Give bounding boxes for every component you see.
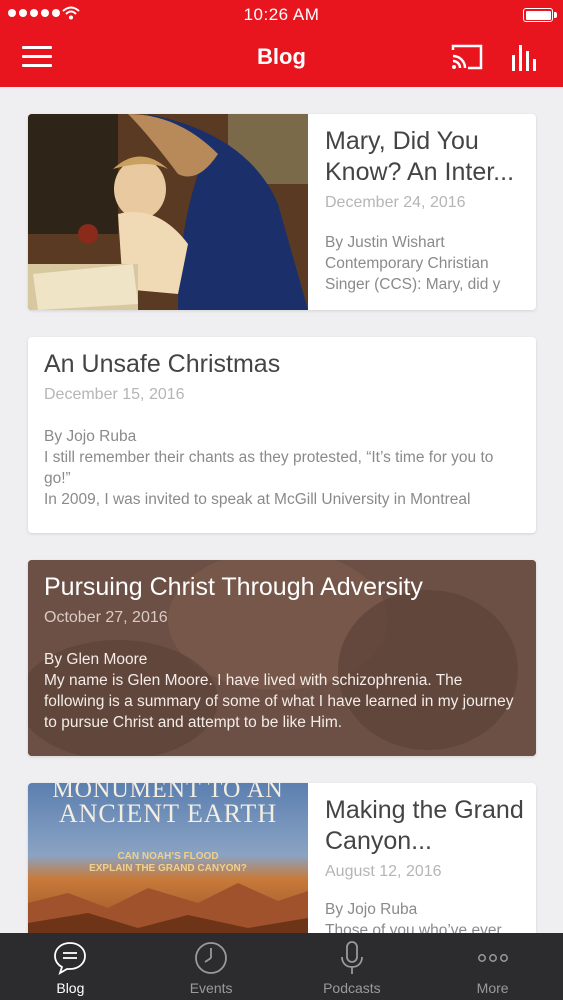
post-title: Pursuing Christ Through Adversity xyxy=(44,573,423,601)
post-date: December 15, 2016 xyxy=(44,386,185,403)
post-excerpt: By Jojo Ruba I still remember their chan… xyxy=(44,428,494,508)
post-card[interactable]: MONUMENT TO AN ANCIENT EARTH CAN NOAH’S … xyxy=(28,783,536,943)
post-card[interactable]: Pursuing Christ Through Adversity Octobe… xyxy=(28,560,536,756)
post-thumbnail-grand-canyon: MONUMENT TO AN ANCIENT EARTH CAN NOAH’S … xyxy=(28,783,308,943)
clock-icon xyxy=(195,942,228,974)
post-card[interactable]: An Unsafe Christmas December 15, 2016 By… xyxy=(28,337,536,533)
post-excerpt: By Glen Moore My name is Glen Moore. I h… xyxy=(44,651,514,731)
bar-chart-icon[interactable] xyxy=(510,41,540,73)
tab-blog[interactable]: Blog xyxy=(0,933,141,1000)
status-bar: 10:26 AM xyxy=(0,0,563,30)
tab-label: Podcasts xyxy=(323,980,381,996)
tab-label: Events xyxy=(189,980,233,996)
tab-bar: Blog Events Podcasts More xyxy=(0,933,563,1000)
thumbnail-subtitle: CAN NOAH’S FLOOD xyxy=(117,851,219,862)
tab-label: More xyxy=(476,980,509,996)
cast-button[interactable] xyxy=(450,42,484,72)
app-header: 10:26 AM Blog xyxy=(0,0,563,87)
tab-events[interactable]: Events xyxy=(141,933,282,1000)
post-title: Mary, Did You Know? An Inter... xyxy=(325,127,515,186)
post-excerpt: By Justin Wishart Contemporary Christian… xyxy=(325,234,501,293)
status-time: 10:26 AM xyxy=(243,5,320,24)
post-date: December 24, 2016 xyxy=(325,194,466,211)
post-card[interactable]: Mary, Did You Know? An Inter... December… xyxy=(28,114,536,310)
post-title: Making the Grand Canyon... xyxy=(325,796,524,855)
chat-bubble-icon xyxy=(54,942,87,975)
post-date: October 27, 2016 xyxy=(44,609,168,626)
post-thumbnail-madonna xyxy=(28,114,308,310)
tab-label: Blog xyxy=(56,980,85,996)
nav-bar: Blog xyxy=(0,36,563,80)
thumbnail-heading: ANCIENT EARTH xyxy=(58,799,278,828)
more-dots-icon xyxy=(477,954,508,962)
post-title: An Unsafe Christmas xyxy=(44,350,281,378)
tab-podcasts[interactable]: Podcasts xyxy=(282,933,423,1000)
microphone-icon xyxy=(340,941,363,974)
tab-more[interactable]: More xyxy=(422,933,563,1000)
post-date: August 12, 2016 xyxy=(325,863,442,880)
battery-icon xyxy=(523,8,557,22)
